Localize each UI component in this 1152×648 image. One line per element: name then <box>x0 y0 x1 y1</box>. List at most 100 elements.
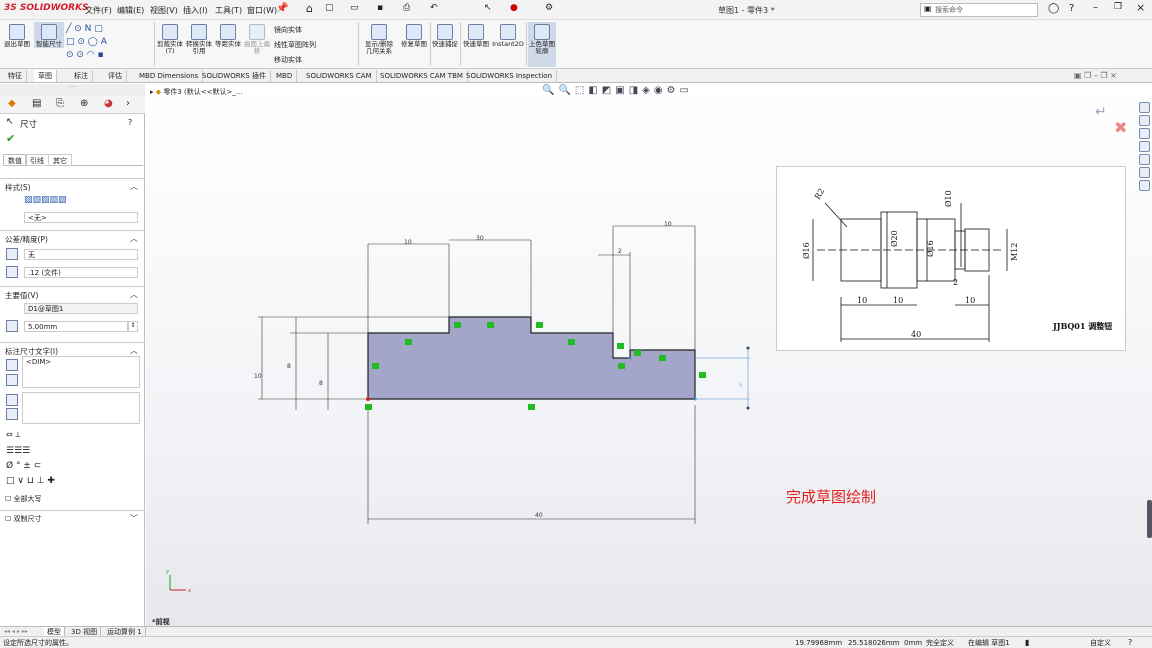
file-explorer-icon[interactable] <box>1139 128 1150 139</box>
dim-text-add-lower-icon[interactable] <box>6 394 18 406</box>
trim-entities-button[interactable]: 剪裁实体(T) <box>156 22 184 55</box>
configuration-manager-icon[interactable]: ⎘ <box>56 98 64 109</box>
primary-value-header[interactable]: 主要值(V) <box>5 290 38 301</box>
dim-label[interactable]: 40 <box>535 512 543 519</box>
sketch-canvas[interactable]: 10 30 2 10 10 8 8 5 40 y x <box>146 84 766 614</box>
solidworks-resources-icon[interactable] <box>1139 102 1150 113</box>
tab-sketch[interactable]: 草图 <box>34 70 57 82</box>
dim-label[interactable]: 10 <box>664 221 672 228</box>
dim-text-add-icon[interactable] <box>6 359 18 371</box>
tolerance-type-dropdown[interactable]: 无 <box>24 249 138 260</box>
tab-features[interactable]: 特征 <box>4 70 27 82</box>
display-relations-button[interactable]: 显示/删除几何关系 <box>362 22 396 55</box>
display-manager-icon[interactable]: ◕ <box>104 98 113 109</box>
menu-insert[interactable]: 插入(I) <box>183 5 208 16</box>
tab-scroll-arrows[interactable]: ◂◂ ◂ ▸ ▸▸ <box>4 628 28 635</box>
dim-label[interactable]: 5 <box>739 382 743 389</box>
rebuild-status-icon[interactable]: ▮ <box>1025 638 1029 648</box>
style-dropdown[interactable]: <无> <box>24 212 138 223</box>
instant2d-button[interactable]: Instant2D <box>491 22 525 48</box>
side-handle[interactable] <box>1147 500 1152 538</box>
convert-entities-button[interactable]: 转换实体引用 <box>185 22 213 55</box>
dim-label[interactable]: 2 <box>618 248 622 255</box>
undo-icon[interactable]: ↶ <box>430 3 438 13</box>
tab-markup[interactable]: 标注 <box>70 70 93 82</box>
help-icon[interactable]: ? <box>1069 3 1074 14</box>
units-selector[interactable]: 自定义 <box>1090 638 1111 648</box>
custom-properties-icon[interactable] <box>1139 167 1150 178</box>
doc-window-controls[interactable]: ▣ ❐ – ❐ × <box>1074 71 1117 80</box>
restore-icon[interactable]: ❐ <box>1114 2 1122 12</box>
status-help-icon[interactable]: ? <box>1128 638 1132 648</box>
tab-solidworks-inspection[interactable]: SOLIDWORKS Inspection <box>462 70 558 82</box>
sketch-entities-group[interactable]: ╱ ⊙ N ▢ □ ⊙ ◯ A ⊙ ⊙ ◠ ▪ <box>66 23 152 63</box>
open-icon[interactable]: ▭ <box>350 3 359 13</box>
collapse-primary-icon[interactable]: ︿ <box>130 289 138 300</box>
forum-icon[interactable] <box>1139 180 1150 191</box>
primary-value-input[interactable]: 5.00mm <box>24 321 128 332</box>
collapse-tolerance-icon[interactable]: ︿ <box>130 233 138 244</box>
subtab-leaders[interactable]: 引线 <box>25 154 49 166</box>
dim-label[interactable]: 10 <box>404 239 412 246</box>
cancel-corner-icon[interactable]: ✖ <box>1114 118 1127 137</box>
override-value-icon[interactable] <box>6 320 18 332</box>
help-icon[interactable]: ? <box>128 118 132 127</box>
ok-check-icon[interactable]: ✔ <box>6 132 15 145</box>
menu-view[interactable]: 视图(V) <box>150 5 178 16</box>
precision-dropdown[interactable]: .12 (文件) <box>24 267 138 278</box>
symbol-buttons-row1[interactable]: Ø ° ± ⊂ <box>6 461 41 471</box>
move-entities-item[interactable]: 移动实体 <box>274 53 316 68</box>
smart-dimension-button[interactable]: 智能尺寸 <box>34 22 64 48</box>
dim-text-upper-box[interactable]: <DIM> <box>22 356 140 388</box>
panel-splitter[interactable]: ····· <box>0 84 145 96</box>
all-caps-checkbox[interactable]: ☐ 全部大写 <box>5 494 42 504</box>
offset-entities-button[interactable]: 等距实体 <box>214 22 242 48</box>
mirror-entities-item[interactable]: 镜向实体 <box>274 23 316 38</box>
subtab-other[interactable]: 其它 <box>48 154 72 166</box>
close-icon[interactable]: × <box>1136 1 1145 14</box>
exit-sketch-button[interactable]: 退出草图 <box>2 22 32 48</box>
dim-label[interactable]: 8 <box>319 380 323 387</box>
tab-mbd[interactable]: MBD <box>272 70 298 82</box>
tab-solidworks-addins[interactable]: SOLIDWORKS 插件 <box>198 70 271 82</box>
tab-solidworks-cam-tbm[interactable]: SOLIDWORKS CAM TBM <box>376 70 468 82</box>
linear-pattern-item[interactable]: 线性草图阵列 <box>274 38 316 53</box>
dim-label[interactable]: 10 <box>254 373 262 380</box>
rapid-sketch-button[interactable]: 快速草图 <box>462 22 490 48</box>
design-library-icon[interactable] <box>1139 115 1150 126</box>
confirm-corner-icon[interactable]: ↵ <box>1095 104 1107 120</box>
justify-buttons[interactable]: ⇔ ⟂ <box>6 430 21 440</box>
menu-file[interactable]: 文件(F) <box>85 5 112 16</box>
style-buttons[interactable]: ▨▨▨▨▨ <box>24 195 67 205</box>
style-section-header[interactable]: 样式(S) <box>5 182 31 193</box>
minimize-icon[interactable]: – <box>1093 2 1098 13</box>
feature-manager-icon[interactable]: ◆ <box>8 98 16 109</box>
select-icon[interactable]: ↖ <box>484 3 492 13</box>
shaded-sketch-contours-button[interactable]: 上色草图轮廓 <box>528 22 556 67</box>
dim-label[interactable]: 8 <box>287 363 291 370</box>
save-icon[interactable]: ▪ <box>377 3 383 13</box>
quick-snaps-button[interactable]: 快速捕捉 <box>432 22 458 48</box>
rebuild-icon[interactable]: ● <box>510 3 518 13</box>
view-palette-icon[interactable] <box>1139 141 1150 152</box>
primary-name-field[interactable]: D1@草图1 <box>24 303 138 314</box>
print-icon[interactable]: ⎙ <box>403 3 410 13</box>
value-spinner[interactable]: ⇕ <box>128 321 138 332</box>
tab-evaluate[interactable]: 评估 <box>104 70 127 82</box>
collapse-dimtext-icon[interactable]: ︿ <box>130 345 138 356</box>
dual-dimension-checkbox[interactable]: ☐ 双制尺寸 <box>5 514 42 524</box>
pin-icon[interactable]: 📌 <box>276 3 288 14</box>
menu-edit[interactable]: 编辑(E) <box>117 5 144 16</box>
tab-mbd-dimensions[interactable]: MBD Dimensions <box>135 70 204 82</box>
tab-solidworks-cam[interactable]: SOLIDWORKS CAM <box>302 70 377 82</box>
menu-tools[interactable]: 工具(T) <box>215 5 242 16</box>
search-input[interactable]: 搜索命令 <box>920 3 1038 17</box>
dim-label[interactable]: 30 <box>476 235 484 242</box>
home-icon[interactable]: ⌂ <box>306 2 313 15</box>
text-align-buttons[interactable]: ☰☰☰ <box>6 446 30 456</box>
new-icon[interactable]: ▢ <box>325 3 334 13</box>
menu-window[interactable]: 窗口(W) <box>247 5 277 16</box>
repair-sketch-button[interactable]: 修复草图 <box>400 22 428 48</box>
user-icon[interactable]: ◯ <box>1048 3 1059 14</box>
appearances-icon[interactable] <box>1139 154 1150 165</box>
